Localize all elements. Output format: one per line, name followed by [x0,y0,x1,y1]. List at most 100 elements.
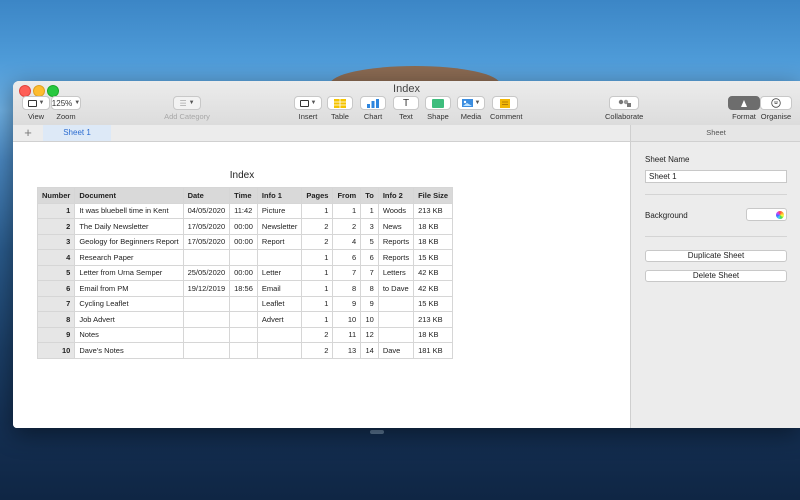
cell-to[interactable]: 10 [360,311,379,328]
text-button[interactable]: T [393,96,419,110]
cell-time[interactable] [229,295,258,312]
cell-time[interactable]: 00:00 [229,218,258,235]
cell-info-2[interactable] [377,311,415,328]
cell-document[interactable]: The Daily Newsletter [74,218,184,235]
cell-to[interactable]: 9 [360,295,379,312]
cell-to[interactable]: 3 [360,218,379,235]
cell-to[interactable]: 12 [360,326,379,343]
collaborate-control[interactable]: Collaborate [605,96,643,121]
index-table[interactable]: Number Document Date Time Info 1 Pages F… [36,187,454,359]
cell-document[interactable]: It was bluebell time in Kent [74,202,184,219]
cell-info-2[interactable]: Woods [377,202,415,219]
cell-date[interactable] [182,249,231,266]
cell-number[interactable]: 4 [36,249,76,266]
cell-number[interactable]: 5 [36,264,76,281]
zoom-control[interactable]: 125% ▼ Zoom [50,96,82,121]
cell-pages[interactable]: 1 [301,295,334,312]
cell-info-2[interactable] [377,326,415,343]
insert-control[interactable]: ▼ Insert [293,96,323,121]
cell-file-size[interactable]: 15 KB [413,249,454,266]
cell-time[interactable] [229,311,258,328]
cell-document[interactable]: Research Paper [74,249,184,266]
cell-document[interactable]: Job Advert [74,311,184,328]
cell-info-1[interactable] [256,326,303,343]
cell-date[interactable]: 04/05/2020 [182,202,231,219]
format-button[interactable] [728,96,760,110]
header-pages[interactable]: Pages [301,187,334,204]
cell-file-size[interactable]: 42 KB [413,280,454,297]
cell-from[interactable]: 9 [332,295,362,312]
cell-from[interactable]: 6 [332,249,362,266]
cell-pages[interactable]: 1 [301,264,334,281]
cell-pages[interactable]: 1 [301,202,334,219]
media-button[interactable]: ▼ [457,96,485,110]
cell-file-size[interactable]: 18 KB [413,233,454,250]
background-color-well[interactable] [746,208,787,221]
cell-info-1[interactable]: Picture [256,202,303,219]
cell-pages[interactable]: 2 [301,233,334,250]
header-time[interactable]: Time [229,187,258,204]
cell-date[interactable]: 17/05/2020 [182,233,231,250]
comment-control[interactable]: Comment [490,96,523,121]
sheet-name-field[interactable]: Sheet 1 [645,170,787,183]
format-control[interactable]: Format [728,96,760,121]
header-file-size[interactable]: File Size [413,187,454,204]
header-from[interactable]: From [332,187,362,204]
cell-time[interactable] [229,342,258,359]
shape-control[interactable]: Shape [424,96,452,121]
cell-pages[interactable]: 2 [301,326,334,343]
cell-date[interactable] [182,311,231,328]
cell-document[interactable]: Dave's Notes [74,342,184,359]
cell-pages[interactable]: 1 [301,311,334,328]
insert-button[interactable]: ▼ [294,96,322,110]
cell-file-size[interactable]: 15 KB [413,295,454,312]
cell-date[interactable]: 19/12/2019 [182,280,231,297]
cell-to[interactable]: 14 [360,342,379,359]
cell-number[interactable]: 1 [36,202,76,219]
add-sheet-button[interactable]: + [21,125,35,141]
organise-control[interactable]: Organise [760,96,792,121]
cell-date[interactable]: 25/05/2020 [182,264,231,281]
cell-info-1[interactable]: Email [256,280,303,297]
cell-number[interactable]: 10 [36,342,76,359]
header-info-2[interactable]: Info 2 [377,187,415,204]
cell-from[interactable]: 13 [332,342,362,359]
cell-document[interactable]: Geology for Beginners Report [74,233,184,250]
cell-info-1[interactable]: Letter [256,264,303,281]
cell-time[interactable]: 00:00 [229,233,258,250]
cell-time[interactable] [229,249,258,266]
cell-to[interactable]: 6 [360,249,379,266]
organise-button[interactable] [760,96,792,110]
header-info-1[interactable]: Info 1 [256,187,303,204]
cell-info-1[interactable]: Leaflet [256,295,303,312]
cell-info-2[interactable]: Reports [377,249,415,266]
cell-info-2[interactable]: News [377,218,415,235]
chart-control[interactable]: Chart [359,96,387,121]
cell-from[interactable]: 8 [332,280,362,297]
comment-button[interactable] [492,96,518,110]
cell-document[interactable]: Letter from Urna Semper [74,264,184,281]
cell-from[interactable]: 7 [332,264,362,281]
cell-to[interactable]: 1 [360,202,379,219]
cell-file-size[interactable]: 42 KB [413,264,454,281]
cell-document[interactable]: Notes [74,326,184,343]
cell-date[interactable]: 17/05/2020 [182,218,231,235]
cell-pages[interactable]: 2 [301,218,334,235]
cell-date[interactable] [182,295,231,312]
cell-time[interactable]: 00:00 [229,264,258,281]
cell-info-1[interactable]: Newsletter [256,218,303,235]
cell-to[interactable]: 7 [360,264,379,281]
cell-pages[interactable]: 1 [301,280,334,297]
tab-sheet-1[interactable]: Sheet 1 [43,125,111,141]
cell-number[interactable]: 7 [36,295,76,312]
add-category-control[interactable]: ☰ ▼ Add Category [161,96,213,121]
delete-sheet-button[interactable]: Delete Sheet [645,270,787,282]
cell-file-size[interactable]: 213 KB [413,311,454,328]
cell-file-size[interactable]: 213 KB [413,202,454,219]
cell-number[interactable]: 8 [36,311,76,328]
media-control[interactable]: ▼ Media [456,96,486,121]
cell-time[interactable] [229,326,258,343]
cell-info-1[interactable] [256,342,303,359]
cell-pages[interactable]: 2 [301,342,334,359]
color-wheel-icon[interactable] [776,211,784,219]
